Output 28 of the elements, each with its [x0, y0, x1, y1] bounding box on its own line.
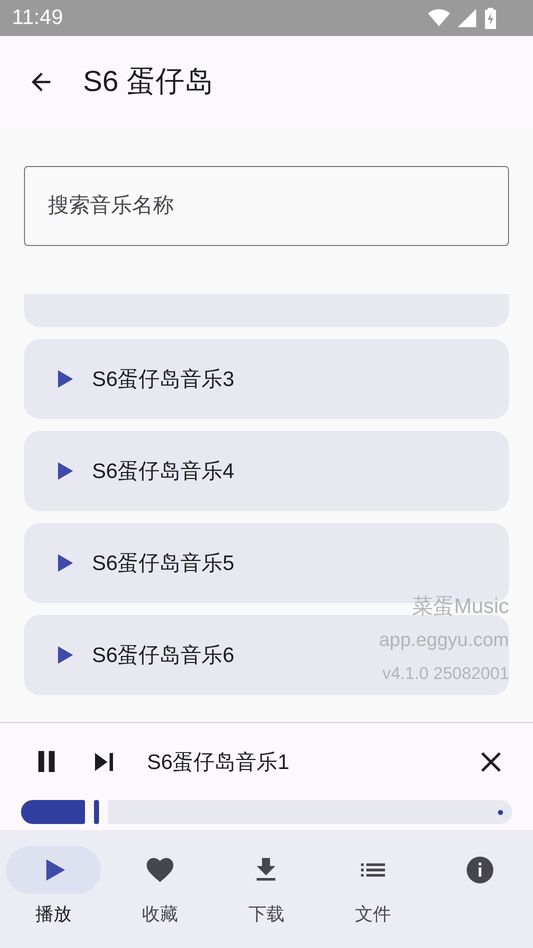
close-icon[interactable] [480, 750, 502, 772]
song-title: S6蛋仔岛音乐4 [92, 459, 234, 485]
version-text: v4.1.0 25082001 [381, 664, 509, 684]
clock: 11:49 [12, 6, 63, 30]
progress-slider[interactable] [21, 800, 512, 824]
page-title: S6 蛋仔岛 [83, 65, 214, 100]
song-card[interactable]: S6蛋仔岛音乐3 [24, 339, 509, 419]
song-title: S6蛋仔岛音乐6 [92, 643, 234, 669]
play-icon [58, 370, 73, 388]
play-icon [58, 554, 73, 572]
song-title: S6蛋仔岛音乐5 [92, 551, 234, 577]
website-text: app.eggyu.com [379, 630, 509, 652]
nav-tab[interactable]: 收藏 [110, 846, 210, 948]
battery-charging-icon [484, 7, 497, 29]
wifi-icon [428, 7, 450, 29]
search-field[interactable]: 搜索音乐名称 [24, 166, 509, 246]
nav-tab[interactable]: 下载 [216, 846, 316, 948]
play-icon [58, 462, 73, 480]
pause-icon[interactable] [37, 751, 56, 772]
info-icon [464, 854, 496, 886]
song-card[interactable]: S6蛋仔岛音乐4 [24, 431, 509, 511]
skip-next-icon[interactable] [94, 752, 114, 770]
signal-icon [456, 7, 478, 29]
play-icon [58, 646, 73, 664]
song-title: S6蛋仔岛音乐3 [92, 367, 234, 393]
nav-tab[interactable]: 文件 [323, 846, 424, 948]
now-playing-title: S6蛋仔岛音乐1 [147, 750, 290, 776]
nav-tab[interactable]: 播放 [3, 846, 104, 948]
